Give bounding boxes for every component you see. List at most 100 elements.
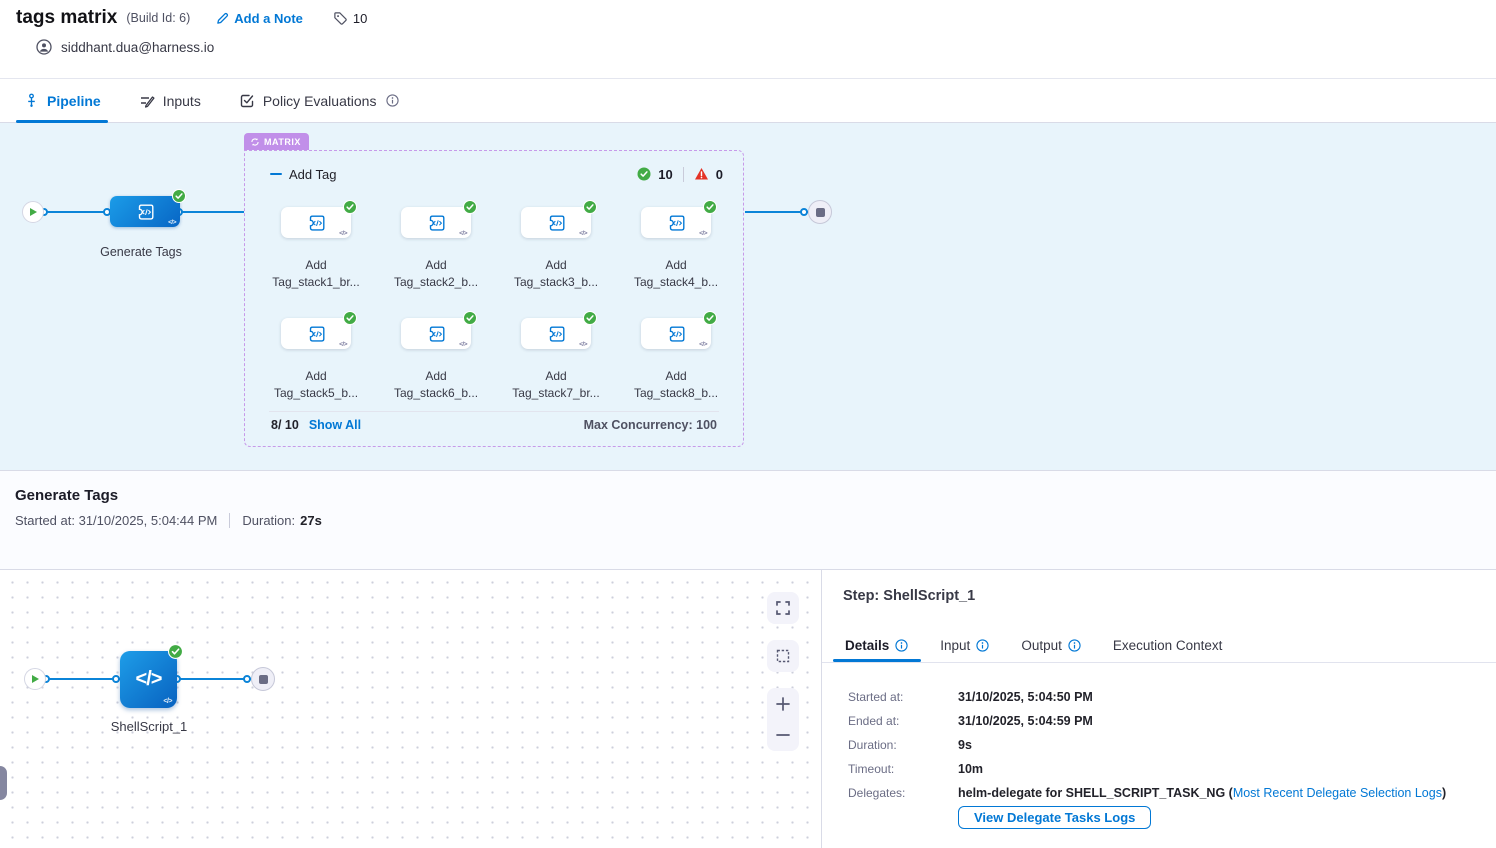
- info-icon[interactable]: [1068, 639, 1081, 652]
- success-check-icon: [463, 311, 477, 325]
- collapse-icon[interactable]: [269, 168, 282, 181]
- error-count: 0: [716, 167, 723, 182]
- success-check-icon: [343, 200, 357, 214]
- pipeline-graph: </> Generate Tags MATRIX Add Tag 10: [0, 123, 1496, 470]
- page-title: tags matrix: [16, 7, 117, 29]
- code-glyph-icon: </>: [459, 230, 467, 237]
- stage-duration-label: Duration:: [242, 513, 295, 528]
- code-glyph-icon: </>: [699, 341, 707, 348]
- tab-execution-context[interactable]: Execution Context: [1113, 638, 1223, 653]
- pipeline-icon: [24, 93, 39, 108]
- matrix-group: Add Tag 10 0 </> Add: [244, 150, 744, 447]
- show-all-link[interactable]: Show All: [309, 418, 361, 432]
- fit-to-screen-button[interactable]: [767, 640, 799, 672]
- error-triangle-icon: [694, 167, 709, 181]
- step-details-panel: Step: ShellScript_1 Details Input Output…: [822, 570, 1496, 848]
- matrix-step-node[interactable]: </>: [641, 207, 711, 238]
- field-row: Ended at: 31/10/2025, 5:04:59 PM: [848, 709, 1446, 733]
- tab-policy-evaluations[interactable]: Policy Evaluations: [239, 79, 400, 122]
- user-icon: [36, 39, 52, 55]
- generate-tags-label: Generate Tags: [71, 244, 211, 261]
- field-label: Started at:: [848, 690, 958, 704]
- script-step-icon: [425, 323, 447, 345]
- zoom-in-button[interactable]: [767, 688, 799, 720]
- stage-meta: Started at: 31/10/2025, 5:04:44 PM Durat…: [15, 513, 322, 528]
- matrix-group-label: Add Tag: [289, 167, 336, 182]
- view-delegate-tasks-logs-button[interactable]: View Delegate Tasks Logs: [958, 806, 1151, 829]
- stop-icon: [816, 208, 825, 217]
- info-icon[interactable]: [386, 94, 399, 107]
- script-step-icon: [545, 212, 567, 234]
- stage-summary: Generate Tags Started at: 31/10/2025, 5:…: [0, 470, 1496, 570]
- success-check-icon: [168, 644, 183, 659]
- tab-input[interactable]: Input: [940, 638, 989, 653]
- script-step-icon: [134, 201, 156, 223]
- play-icon: [31, 674, 40, 684]
- matrix-step-node[interactable]: </>: [401, 318, 471, 349]
- divider: [683, 167, 684, 182]
- success-check-icon: [463, 200, 477, 214]
- execution-header: tags matrix (Build Id: 6) Add a Note 10 …: [0, 0, 1496, 78]
- build-id: (Build Id: 6): [126, 11, 190, 25]
- info-icon[interactable]: [976, 639, 989, 652]
- code-glyph-icon: </>: [699, 230, 707, 237]
- tab-details[interactable]: Details: [845, 638, 908, 653]
- triggered-by: siddhant.dua@harness.io: [36, 39, 214, 55]
- matrix-step-node[interactable]: </>: [401, 207, 471, 238]
- field-value: 10m: [958, 762, 983, 776]
- script-step-icon: [305, 212, 327, 234]
- zoom-out-button[interactable]: [767, 720, 799, 752]
- code-glyph-icon: </>: [579, 230, 587, 237]
- success-check-icon: [583, 200, 597, 214]
- play-icon: [29, 207, 38, 217]
- code-glyph-icon: </>: [339, 341, 347, 348]
- delegate-selection-logs-link[interactable]: Most Recent Delegate Selection Logs: [1233, 786, 1442, 800]
- stage-end-node: [808, 200, 832, 224]
- divider: [269, 411, 719, 412]
- code-glyph-icon: </>: [339, 230, 347, 237]
- policy-check-icon: [239, 93, 255, 109]
- panel-resize-handle[interactable]: [0, 766, 7, 800]
- matrix-step-node[interactable]: </>: [281, 318, 351, 349]
- edge-matrix-to-end: [745, 211, 808, 213]
- tab-pipeline[interactable]: Pipeline: [24, 79, 101, 122]
- step-start-node: [24, 668, 46, 690]
- success-check-icon: [583, 311, 597, 325]
- tab-output[interactable]: Output: [1021, 638, 1081, 653]
- shellscript-node[interactable]: </> </>: [120, 651, 177, 708]
- script-step-icon: [425, 212, 447, 234]
- minus-icon: [775, 727, 791, 743]
- step-panel-tabs: Details Input Output Execution Context: [845, 630, 1222, 660]
- stop-icon: [259, 675, 268, 684]
- success-check-icon: [172, 189, 186, 203]
- generate-tags-node[interactable]: </>: [110, 196, 180, 227]
- field-row: Timeout: 10m: [848, 757, 1446, 781]
- code-glyph-icon: </>: [459, 341, 467, 348]
- stage-title: Generate Tags: [15, 487, 118, 504]
- fullscreen-button[interactable]: [767, 592, 799, 624]
- matrix-step-label: AddTag_stack4_b...: [606, 257, 746, 291]
- matrix-step-node[interactable]: </>: [521, 207, 591, 238]
- field-row: Duration: 9s: [848, 733, 1446, 757]
- matrix-step-node[interactable]: </>: [641, 318, 711, 349]
- delegates-row: Delegates: helm-delegate for SHELL_SCRIP…: [848, 781, 1446, 805]
- stage-started-at: Started at: 31/10/2025, 5:04:44 PM: [15, 513, 217, 528]
- divider: [822, 662, 1496, 663]
- edge-start-to-generate: [44, 211, 110, 213]
- delegates-value: helm-delegate for SHELL_SCRIPT_TASK_NG (: [958, 786, 1233, 800]
- matrix-header: Add Tag 10 0: [245, 151, 743, 197]
- code-glyph-icon: </>: [168, 219, 176, 226]
- shown-count: 8/ 10: [271, 418, 299, 432]
- add-note-button[interactable]: Add a Note: [216, 11, 303, 26]
- matrix-step-label: AddTag_stack1_br...: [246, 257, 386, 291]
- plus-icon: [775, 696, 791, 712]
- matrix-footer: 8/ 10 Show All Max Concurrency: 100: [271, 418, 717, 432]
- tab-inputs[interactable]: Inputs: [139, 79, 201, 122]
- matrix-step-node[interactable]: </>: [521, 318, 591, 349]
- stage-step-canvas: </> </> ShellScript_1: [0, 570, 822, 848]
- port: [112, 675, 120, 683]
- success-check-icon: [703, 311, 717, 325]
- matrix-step-node[interactable]: </>: [281, 207, 351, 238]
- field-value: 31/10/2025, 5:04:50 PM: [958, 690, 1093, 704]
- info-icon[interactable]: [895, 639, 908, 652]
